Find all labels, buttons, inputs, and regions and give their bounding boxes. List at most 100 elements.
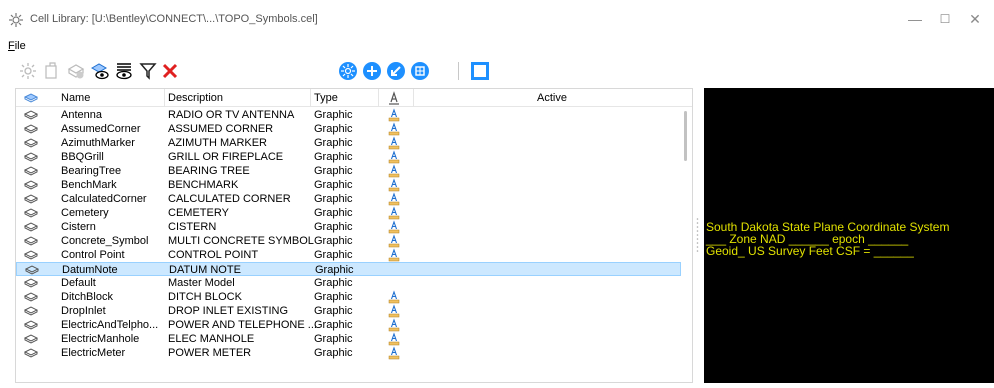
pane-splitter[interactable]	[696, 215, 699, 255]
cell-description: DITCH BLOCK	[168, 291, 242, 303]
cell-icon	[23, 291, 39, 303]
active-cell-icon[interactable]	[388, 136, 400, 150]
table-row[interactable]: Cemetery CEMETERY Graphic	[16, 206, 681, 220]
cell-type: Graphic	[314, 347, 353, 359]
cell-icon	[23, 347, 39, 359]
arrow-icon[interactable]	[386, 61, 406, 81]
active-cell-icon[interactable]	[388, 318, 400, 332]
table-row[interactable]: ElectricAndTelpho... POWER AND TELEPHONE …	[16, 318, 681, 332]
column-header-active-icon[interactable]	[388, 91, 400, 108]
active-cell-icon[interactable]	[388, 234, 400, 248]
show-cells-icon[interactable]	[90, 61, 110, 81]
active-cell-icon[interactable]	[388, 290, 400, 304]
delete-cell-icon[interactable]	[66, 61, 86, 81]
cell-type: Graphic	[314, 193, 353, 205]
sun-icon[interactable]	[18, 61, 38, 81]
cell-library-icon	[8, 12, 24, 28]
table-row[interactable]: Antenna RADIO OR TV ANTENNA Graphic	[16, 108, 681, 122]
cell-name: Concrete_Symbol	[61, 235, 149, 247]
vertical-scrollbar[interactable]	[681, 107, 692, 382]
cell-icon	[23, 333, 39, 345]
column-divider[interactable]	[413, 89, 414, 107]
window-title: Cell Library: [U:\Bentley\CONNECT\...\TO…	[30, 13, 318, 25]
cell-type: Graphic	[314, 123, 353, 135]
cell-type: Graphic	[315, 264, 354, 276]
title-bar: Cell Library: [U:\Bentley\CONNECT\...\TO…	[0, 0, 994, 38]
column-divider[interactable]	[164, 89, 165, 107]
maximize-button[interactable]: ☐	[930, 8, 960, 30]
preview-text-line3: Geoid_ US Survey Feet CSF = ______	[706, 244, 914, 258]
table-row[interactable]: ElectricManhole ELEC MANHOLE Graphic	[16, 332, 681, 346]
column-header-active[interactable]: Active	[537, 92, 567, 104]
minimize-button[interactable]: —	[900, 8, 930, 30]
element-icon[interactable]	[410, 61, 430, 81]
cell-icon	[23, 319, 39, 331]
cell-type: Graphic	[314, 207, 353, 219]
cell-name: Cemetery	[61, 207, 109, 219]
active-cell-icon[interactable]	[388, 206, 400, 220]
cell-icon	[23, 235, 39, 247]
table-row[interactable]: DitchBlock DITCH BLOCK Graphic	[16, 290, 681, 304]
cell-name: CalculatedCorner	[61, 193, 147, 205]
table-row[interactable]: BearingTree BEARING TREE Graphic	[16, 164, 681, 178]
close-button[interactable]: ✕	[960, 8, 990, 30]
cell-description: CEMETERY	[168, 207, 229, 219]
cell-type: Graphic	[314, 305, 353, 317]
cell-name: Control Point	[61, 249, 125, 261]
column-header-type[interactable]: Type	[314, 92, 338, 104]
table-row[interactable]: Control Point CONTROL POINT Graphic	[16, 248, 681, 262]
active-cell-icon[interactable]	[388, 192, 400, 206]
placement-icon[interactable]	[338, 61, 358, 81]
cell-icon	[23, 123, 39, 135]
active-cell-icon[interactable]	[388, 122, 400, 136]
header-cell-icon[interactable]	[23, 92, 39, 104]
scrollbar-thumb[interactable]	[684, 111, 687, 161]
table-row[interactable]: DropInlet DROP INLET EXISTING Graphic	[16, 304, 681, 318]
cell-type: Graphic	[314, 109, 353, 121]
cell-name: Antenna	[61, 109, 102, 121]
table-row[interactable]: ElectricMeter POWER METER Graphic	[16, 346, 681, 360]
cell-description: AZIMUTH MARKER	[168, 137, 267, 149]
table-row[interactable]: AzimuthMarker AZIMUTH MARKER Graphic	[16, 136, 681, 150]
add-icon[interactable]	[362, 61, 382, 81]
cell-description: CALCULATED CORNER	[168, 193, 291, 205]
toolbar-separator	[458, 62, 459, 80]
active-cell-icon[interactable]	[388, 164, 400, 178]
new-cell-icon[interactable]	[42, 61, 62, 81]
active-cell-icon[interactable]	[388, 248, 400, 262]
file-menu[interactable]: File	[8, 40, 26, 52]
preview-toggle-icon[interactable]	[114, 61, 134, 81]
close-x-icon[interactable]	[160, 61, 180, 81]
filter-icon[interactable]	[138, 61, 158, 81]
cell-icon	[23, 151, 39, 163]
table-row[interactable]: BenchMark BENCHMARK Graphic	[16, 178, 681, 192]
column-divider[interactable]	[310, 89, 311, 107]
cell-list: Name Description Type Active Antenna RADI…	[15, 88, 693, 383]
active-cell-icon[interactable]	[388, 178, 400, 192]
cell-icon	[23, 305, 39, 317]
table-row[interactable]: DatumNote DATUM NOTE Graphic	[16, 262, 681, 276]
active-cell-icon[interactable]	[388, 332, 400, 346]
table-row[interactable]: Concrete_Symbol MULTI CONCRETE SYMBOL Grap…	[16, 234, 681, 248]
column-divider[interactable]	[378, 89, 379, 107]
file-menu-label: ile	[14, 40, 26, 52]
table-row[interactable]: Default Master Model Graphic	[16, 276, 681, 290]
column-header-description[interactable]: Description	[168, 92, 223, 104]
active-cell-icon[interactable]	[388, 304, 400, 318]
table-row[interactable]: BBQGrill GRILL OR FIREPLACE Graphic	[16, 150, 681, 164]
cell-name: ElectricAndTelpho...	[61, 319, 159, 331]
cell-description: BEARING TREE	[168, 165, 250, 177]
active-cell-icon[interactable]	[388, 150, 400, 164]
active-cell-icon[interactable]	[388, 346, 400, 360]
table-row[interactable]: Cistern CISTERN Graphic	[16, 220, 681, 234]
cell-icon	[23, 249, 39, 261]
column-header-name[interactable]: Name	[61, 92, 90, 104]
table-row[interactable]: AssumedCorner ASSUMED CORNER Graphic	[16, 122, 681, 136]
cell-description: GRILL OR FIREPLACE	[168, 151, 284, 163]
table-row[interactable]: CalculatedCorner CALCULATED CORNER Graphic	[16, 192, 681, 206]
cell-name: AssumedCorner	[61, 123, 141, 135]
cell-type: Graphic	[314, 235, 353, 247]
preview-pane-icon[interactable]	[470, 61, 490, 81]
active-cell-icon[interactable]	[388, 108, 400, 122]
active-cell-icon[interactable]	[388, 220, 400, 234]
